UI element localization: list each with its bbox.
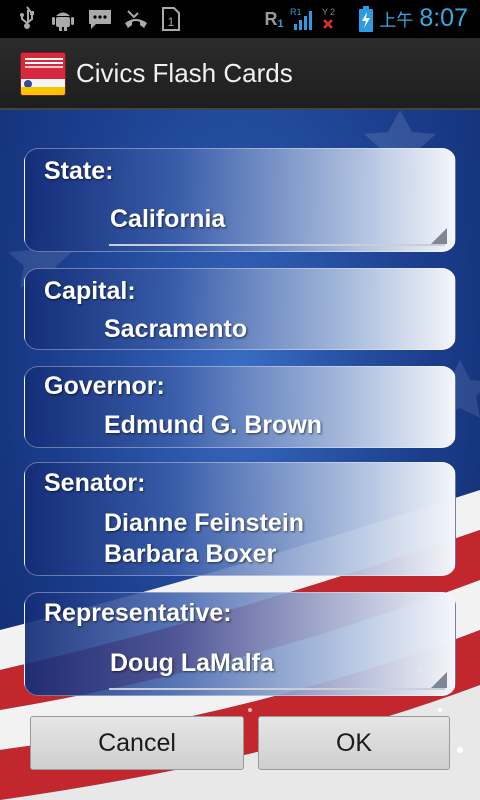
senator-value: Barbara Boxer [104, 540, 277, 568]
roaming-label: R [264, 8, 278, 29]
missed-call-icon [122, 6, 150, 32]
status-bar: 1 R 1 R1 Y2 上午 8:07 [0, 0, 480, 38]
usb-icon [14, 6, 40, 32]
representative-spinner[interactable]: Representative: Doug LaMalfa [24, 592, 456, 696]
sim-icon: 1 [160, 6, 182, 32]
state-value: California [110, 205, 226, 233]
clock-ampm: 上午 [379, 11, 414, 31]
representative-value: Doug LaMalfa [110, 649, 274, 677]
capital-card: Capital: Sacramento [24, 268, 456, 350]
action-bar: Civics Flash Cards [0, 38, 480, 110]
state-label: State: [44, 157, 114, 185]
clock-time: 8:07 [419, 4, 468, 32]
governor-label: Governor: [44, 372, 165, 400]
status-clock: 上午 8:07 [379, 4, 468, 34]
app-logo-icon [20, 52, 66, 96]
message-icon [86, 6, 114, 32]
governor-card: Governor: Edmund G. Brown [24, 366, 456, 448]
dropdown-arrow-icon [431, 228, 447, 244]
signal1-label: R1 [290, 7, 302, 17]
app-title: Civics Flash Cards [76, 58, 293, 88]
signal-icon: Y2 [318, 6, 344, 32]
sim-slot-label: 1 [168, 15, 175, 29]
state-spinner[interactable]: State: California [24, 148, 456, 252]
roaming-sim-label: 1 [277, 18, 284, 30]
cancel-button[interactable]: Cancel [30, 716, 244, 770]
content-area: State: California Capital: Sacramento Go… [0, 110, 480, 800]
representative-label: Representative: [44, 599, 232, 627]
senator-value: Dianne Feinstein [104, 509, 305, 537]
senator-label: Senator: [44, 469, 146, 497]
ok-button[interactable]: OK [258, 716, 450, 770]
spinner-underline [109, 244, 445, 246]
battery-charging-icon [358, 6, 374, 32]
governor-value: Edmund G. Brown [104, 411, 323, 439]
svg-text:Y: Y [322, 7, 328, 17]
capital-label: Capital: [44, 277, 136, 305]
android-debug-icon [50, 6, 76, 32]
senator-card: Senator: Dianne Feinstein Barbara Boxer [24, 462, 456, 576]
signal-icon: R1 [288, 6, 318, 32]
dropdown-arrow-icon [431, 672, 447, 688]
capital-value: Sacramento [104, 315, 248, 343]
roaming-icon: R 1 [262, 6, 286, 32]
signal2-label: 2 [330, 7, 335, 17]
spinner-underline [109, 688, 445, 690]
